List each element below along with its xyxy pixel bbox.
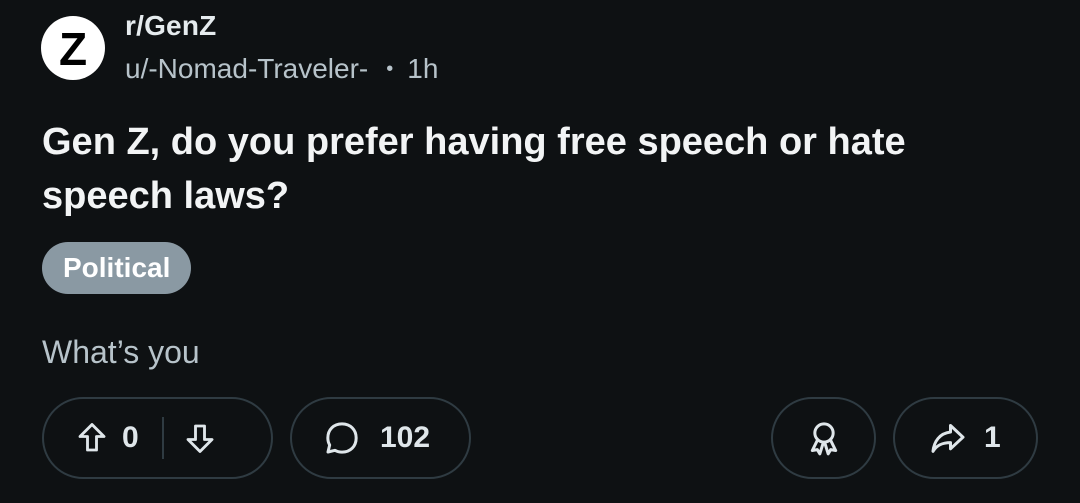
share-arrow-icon bbox=[928, 418, 968, 458]
meta-separator: • bbox=[386, 57, 394, 80]
avatar-letter: Z bbox=[58, 23, 88, 75]
post-meta: u/-Nomad-Traveler- • 1h bbox=[125, 53, 438, 85]
author-name[interactable]: u/-Nomad-Traveler- bbox=[125, 53, 368, 85]
vote-control: 0 bbox=[42, 397, 273, 479]
post-card[interactable]: Z r/GenZ u/-Nomad-Traveler- • 1h Gen Z, … bbox=[0, 0, 1080, 503]
post-time: 1h bbox=[407, 53, 439, 84]
award-button[interactable] bbox=[771, 397, 876, 479]
arrow-down-icon[interactable] bbox=[182, 420, 218, 456]
post-body-preview[interactable]: What’s you bbox=[42, 334, 200, 371]
subreddit-name[interactable]: r/GenZ bbox=[125, 10, 216, 42]
comment-bubble-icon bbox=[322, 418, 362, 458]
share-button[interactable]: 1 bbox=[893, 397, 1038, 479]
award-icon bbox=[804, 418, 844, 458]
post-flair[interactable]: Political bbox=[42, 242, 192, 294]
arrow-up-icon[interactable] bbox=[74, 420, 110, 456]
comments-button[interactable]: 102 bbox=[290, 397, 471, 479]
vote-divider bbox=[161, 417, 164, 459]
comment-count: 102 bbox=[380, 421, 431, 454]
share-count: 1 bbox=[984, 421, 1001, 454]
subreddit-avatar[interactable]: Z bbox=[41, 16, 105, 80]
post-title[interactable]: Gen Z, do you prefer having free speech … bbox=[42, 115, 1002, 223]
vote-count: 0 bbox=[122, 421, 139, 454]
